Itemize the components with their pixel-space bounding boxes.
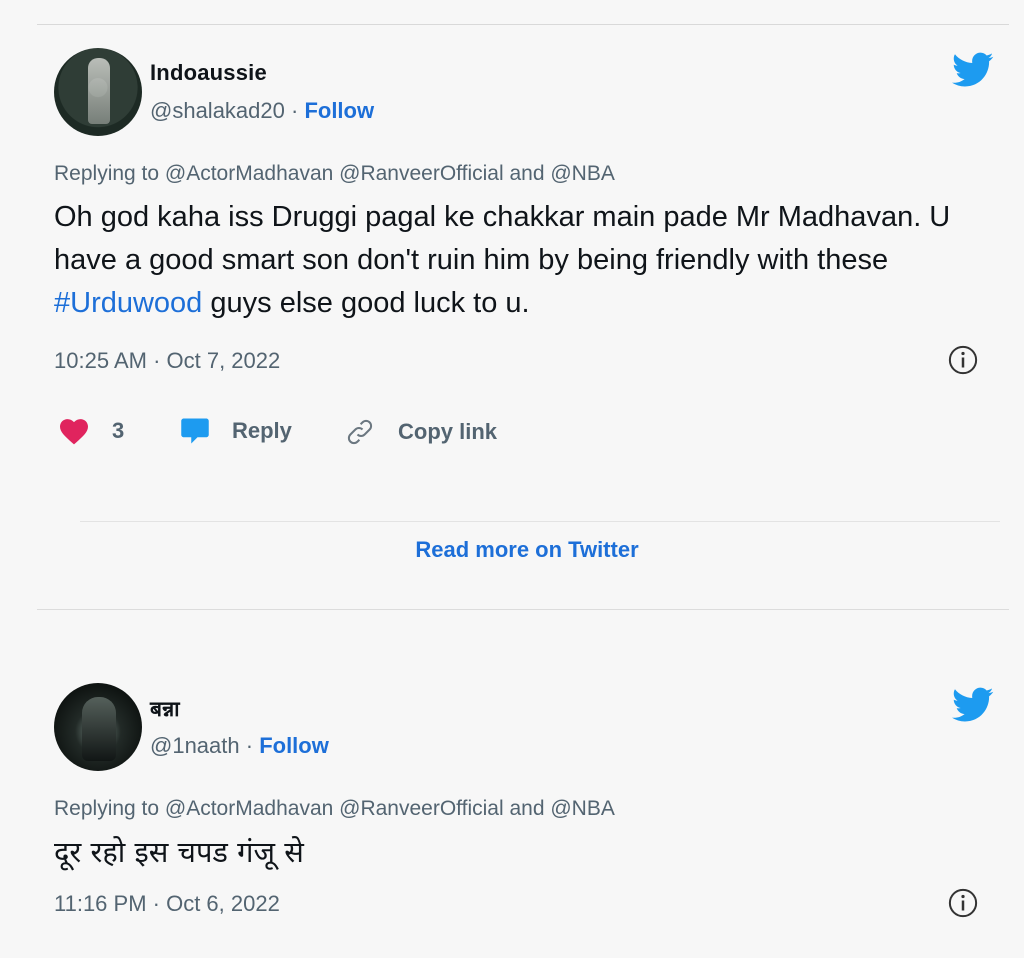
timestamp[interactable]: 11:16 PM · Oct 6, 2022 [54, 891, 280, 916]
tweet-card-1: Indoaussie @shalakad20 · Follow Replying… [54, 48, 1006, 562]
avatar-figure [88, 58, 110, 124]
tweet-separator [37, 609, 1009, 610]
tweet-card-2: बन्ना @1naath · Follow Replying to @Acto… [54, 683, 1006, 920]
tweet-text-part-2: guys else good luck to u. [202, 287, 530, 319]
handle-separator: · [284, 98, 305, 123]
handle-line: @1naath · Follow [150, 733, 329, 759]
info-icon[interactable] [948, 888, 978, 918]
user-handle[interactable]: @1naath [150, 733, 240, 758]
info-icon[interactable] [948, 345, 978, 375]
tweet-actions: 3 Reply Copy link [54, 417, 1006, 457]
tweet-meta: 11:16 PM · Oct 6, 2022 [54, 888, 1006, 920]
tweet-text-part-1: Oh god kaha iss Druggi pagal ke chakkar … [54, 201, 951, 276]
speech-bubble-icon [181, 418, 209, 444]
avatar-figure [82, 697, 116, 761]
tweet-header: बन्ना @1naath · Follow [54, 683, 1006, 773]
twitter-bird-icon[interactable] [952, 687, 994, 723]
hashtag-link[interactable]: #Urduwood [54, 287, 202, 319]
twitter-bird-icon[interactable] [952, 52, 994, 88]
actions-divider [80, 521, 1000, 522]
replying-to: Replying to @ActorMadhavan @RanveerOffic… [54, 797, 615, 820]
display-name[interactable]: Indoaussie [150, 60, 267, 86]
handle-line: @shalakad20 · Follow [150, 98, 374, 124]
tweet-embed-page: Indoaussie @shalakad20 · Follow Replying… [0, 0, 1024, 958]
like-button[interactable]: 3 [58, 417, 124, 445]
reply-button[interactable]: Reply [180, 417, 292, 445]
avatar[interactable] [54, 683, 142, 771]
follow-button[interactable]: Follow [304, 98, 374, 123]
tweet-header: Indoaussie @shalakad20 · Follow [54, 48, 1006, 138]
user-handle[interactable]: @shalakad20 [150, 98, 285, 123]
link-icon [347, 419, 373, 445]
top-divider [37, 24, 1009, 25]
reply-label: Reply [232, 418, 292, 443]
like-count: 3 [112, 418, 125, 443]
timestamp[interactable]: 10:25 AM · Oct 7, 2022 [54, 348, 280, 373]
tweet-text: Oh god kaha iss Druggi pagal ke chakkar … [54, 196, 974, 325]
heart-icon [60, 419, 88, 445]
tweet-meta: 10:25 AM · Oct 7, 2022 [54, 345, 1006, 377]
handle-separator: · [239, 733, 260, 758]
copy-link-button[interactable]: Copy link [344, 417, 497, 447]
avatar[interactable] [54, 48, 142, 136]
tweet-text: दूर रहो इस चपड गंजू से [54, 835, 304, 869]
replying-to: Replying to @ActorMadhavan @RanveerOffic… [54, 162, 615, 185]
follow-button[interactable]: Follow [259, 733, 329, 758]
read-more-link[interactable]: Read more on Twitter [54, 537, 1000, 563]
copy-link-label: Copy link [398, 419, 498, 444]
display-name[interactable]: बन्ना [150, 695, 180, 723]
